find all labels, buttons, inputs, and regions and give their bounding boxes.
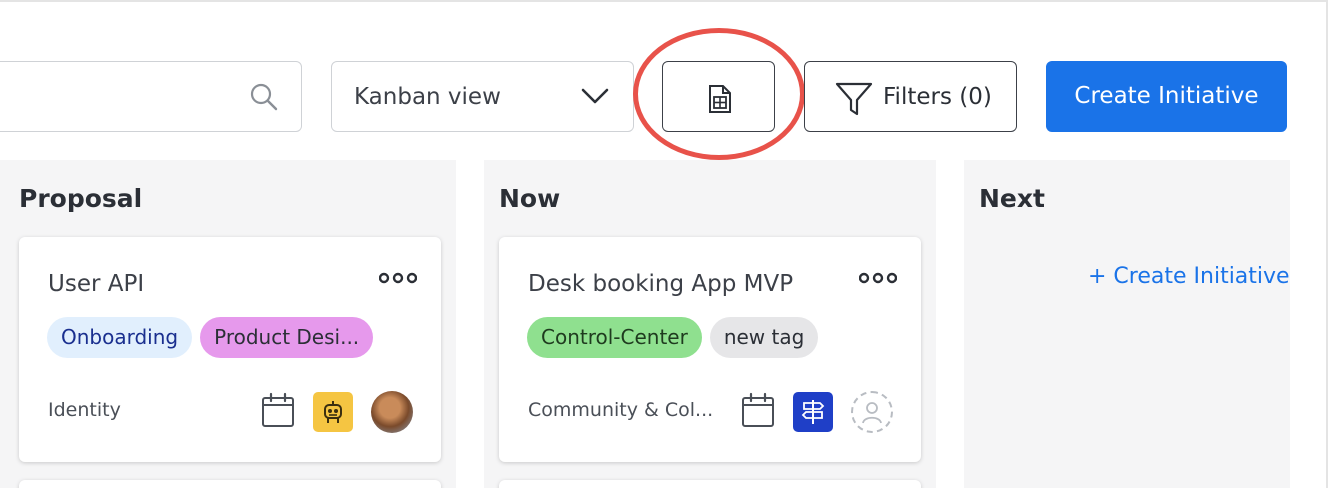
column-title: Proposal <box>19 184 143 213</box>
user-placeholder-icon[interactable] <box>851 391 893 433</box>
calendar-icon[interactable] <box>261 392 295 432</box>
search-icon <box>249 82 279 116</box>
tag[interactable]: new tag <box>709 317 819 358</box>
card-team: Identity <box>48 399 121 421</box>
card-team: Community & Col... <box>528 399 714 421</box>
filters-label: Filters (0) <box>883 84 992 110</box>
filters-button[interactable]: Filters (0) <box>804 61 1017 132</box>
chevron-down-icon <box>581 86 609 110</box>
search-input[interactable] <box>0 61 302 132</box>
column-next: Next + Create Initiative <box>964 160 1290 488</box>
initiative-card-partial[interactable] <box>19 480 441 488</box>
initiative-card[interactable]: User API Onboarding Product Desi... Iden… <box>19 237 441 462</box>
column-now: Now Desk booking App MVP Control-Center … <box>484 160 936 488</box>
tag[interactable]: Product Desi... <box>200 317 374 358</box>
view-select-value: Kanban view <box>354 84 501 110</box>
card-title: User API <box>48 271 145 297</box>
avatar[interactable] <box>371 391 413 433</box>
view-select[interactable]: Kanban view <box>331 61 634 132</box>
create-initiative-label: Create Initiative <box>1074 83 1259 109</box>
column-title: Next <box>979 184 1045 213</box>
tag[interactable]: Control-Center <box>527 317 702 358</box>
highlight-annotation <box>633 28 805 160</box>
card-title: Desk booking App MVP <box>528 271 794 297</box>
initiative-card-partial[interactable] <box>499 480 921 488</box>
tag[interactable]: Onboarding <box>47 317 193 358</box>
signpost-icon[interactable] <box>793 392 833 432</box>
more-icon[interactable] <box>858 269 898 288</box>
calendar-icon[interactable] <box>741 392 775 432</box>
create-initiative-link[interactable]: + Create Initiative <box>1088 264 1290 289</box>
column-title: Now <box>499 184 561 213</box>
robot-icon[interactable] <box>313 392 353 432</box>
more-icon[interactable] <box>378 269 418 288</box>
create-initiative-button[interactable]: Create Initiative <box>1046 61 1287 132</box>
filter-icon <box>835 81 873 121</box>
initiative-card[interactable]: Desk booking App MVP Control-Center new … <box>499 237 921 462</box>
column-proposal: Proposal User API Onboarding Product Des… <box>0 160 456 488</box>
